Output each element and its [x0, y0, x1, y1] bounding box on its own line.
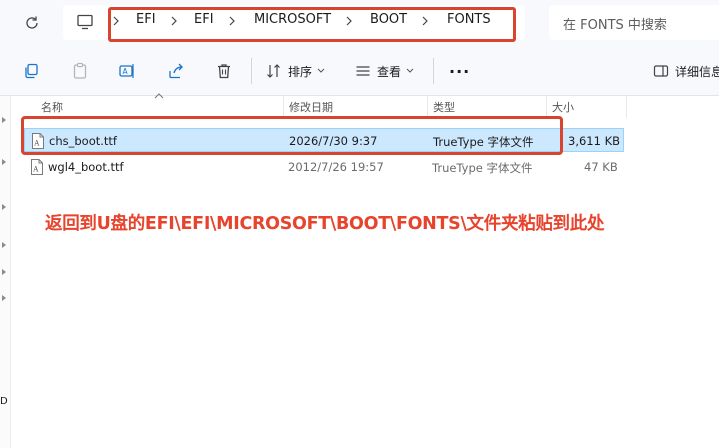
- rename-button[interactable]: A: [118, 58, 136, 84]
- share-icon: [169, 63, 183, 79]
- sort-button[interactable]: 排序: [266, 58, 325, 84]
- this-pc-icon[interactable]: [74, 11, 96, 33]
- paste-icon: [73, 62, 87, 79]
- toolbar-separator: [251, 58, 252, 84]
- search-input[interactable]: 在 FONTS 中搜索: [549, 5, 719, 40]
- copy-button[interactable]: [22, 58, 40, 84]
- expand-arrow-icon[interactable]: [2, 295, 6, 301]
- column-divider[interactable]: [427, 96, 428, 118]
- font-file-icon: A: [31, 159, 43, 175]
- font-file-icon: A: [32, 133, 44, 149]
- svg-text:A: A: [123, 67, 129, 76]
- command-bar: A 排序 查看 ··· 详细信息: [0, 46, 719, 96]
- file-modified: 2026/7/30 9:37: [289, 134, 378, 148]
- expand-arrow-icon[interactable]: [2, 117, 6, 123]
- file-row[interactable]: A wgl4_boot.ttf 2012/7/26 19:57 TrueType…: [24, 155, 624, 179]
- copy-icon: [25, 63, 38, 79]
- svg-text:A: A: [33, 140, 40, 148]
- breadcrumb-microsoft[interactable]: MICROSOFT: [254, 12, 331, 27]
- file-modified: 2012/7/26 19:57: [288, 160, 384, 174]
- chevron-right-icon[interactable]: [111, 13, 121, 29]
- column-divider[interactable]: [546, 96, 547, 118]
- view-icon: [356, 66, 370, 76]
- paste-button[interactable]: [71, 58, 89, 84]
- address-row: EFI EFI MICROSOFT BOOT FONTS 在 FONTS 中搜索: [0, 0, 719, 46]
- column-header-size[interactable]: 大小: [552, 99, 574, 115]
- file-size: 47 KB: [584, 160, 618, 174]
- column-header-type[interactable]: 类型: [433, 99, 455, 115]
- chevron-down-icon: [406, 68, 414, 73]
- refresh-button[interactable]: [18, 9, 46, 37]
- chevron-right-icon[interactable]: [420, 13, 430, 29]
- column-header-name[interactable]: 名称: [41, 99, 63, 115]
- expand-arrow-icon[interactable]: [2, 204, 6, 210]
- delete-icon: [218, 64, 230, 79]
- file-name: wgl4_boot.ttf: [48, 160, 124, 174]
- chevron-right-icon[interactable]: [344, 13, 354, 29]
- sort-ascending-icon: [154, 93, 164, 99]
- share-button[interactable]: [167, 58, 185, 84]
- search-placeholder: 在 FONTS 中搜索: [563, 18, 667, 33]
- nav-drive-letter[interactable]: D: [0, 396, 8, 407]
- chevron-down-icon: [317, 68, 325, 73]
- breadcrumb-fonts[interactable]: FONTS: [447, 12, 491, 27]
- details-pane-label: 详细信息: [675, 64, 719, 79]
- svg-text:A: A: [32, 166, 39, 174]
- breadcrumb-boot[interactable]: BOOT: [370, 12, 407, 27]
- file-name: chs_boot.ttf: [49, 134, 117, 148]
- more-options-button[interactable]: ···: [449, 58, 470, 84]
- chevron-right-icon[interactable]: [227, 13, 237, 29]
- details-pane-button[interactable]: 详细信息: [653, 58, 719, 84]
- sort-icon: [267, 64, 280, 78]
- details-pane-icon: [653, 65, 669, 77]
- column-divider[interactable]: [283, 96, 284, 118]
- view-button[interactable]: 查看: [355, 58, 414, 84]
- file-type: TrueType 字体文件: [433, 135, 534, 149]
- more-options-label: ···: [449, 61, 471, 81]
- file-row[interactable]: A chs_boot.ttf 2026/7/30 9:37 TrueType 字…: [24, 128, 624, 152]
- column-divider[interactable]: [626, 96, 627, 118]
- chevron-right-icon[interactable]: [169, 13, 179, 29]
- expand-arrow-icon[interactable]: [2, 269, 6, 275]
- column-header-modified[interactable]: 修改日期: [289, 99, 333, 115]
- expand-arrow-icon[interactable]: [2, 159, 6, 165]
- file-type: TrueType 字体文件: [432, 161, 533, 175]
- expand-arrow-icon[interactable]: [2, 242, 6, 248]
- refresh-icon: [26, 16, 38, 29]
- delete-button[interactable]: [215, 58, 233, 84]
- file-size: 3,611 KB: [568, 134, 621, 148]
- breadcrumb-efi-2[interactable]: EFI: [194, 12, 214, 27]
- sort-label: 排序: [288, 64, 313, 79]
- instruction-annotation: 返回到U盘的EFI\EFI\MICROSOFT\BOOT\FONTS\文件夹粘贴…: [45, 214, 605, 234]
- rename-icon: A: [119, 64, 134, 78]
- toolbar-separator: [433, 58, 434, 84]
- breadcrumb-efi-1[interactable]: EFI: [136, 12, 156, 27]
- view-label: 查看: [377, 64, 402, 79]
